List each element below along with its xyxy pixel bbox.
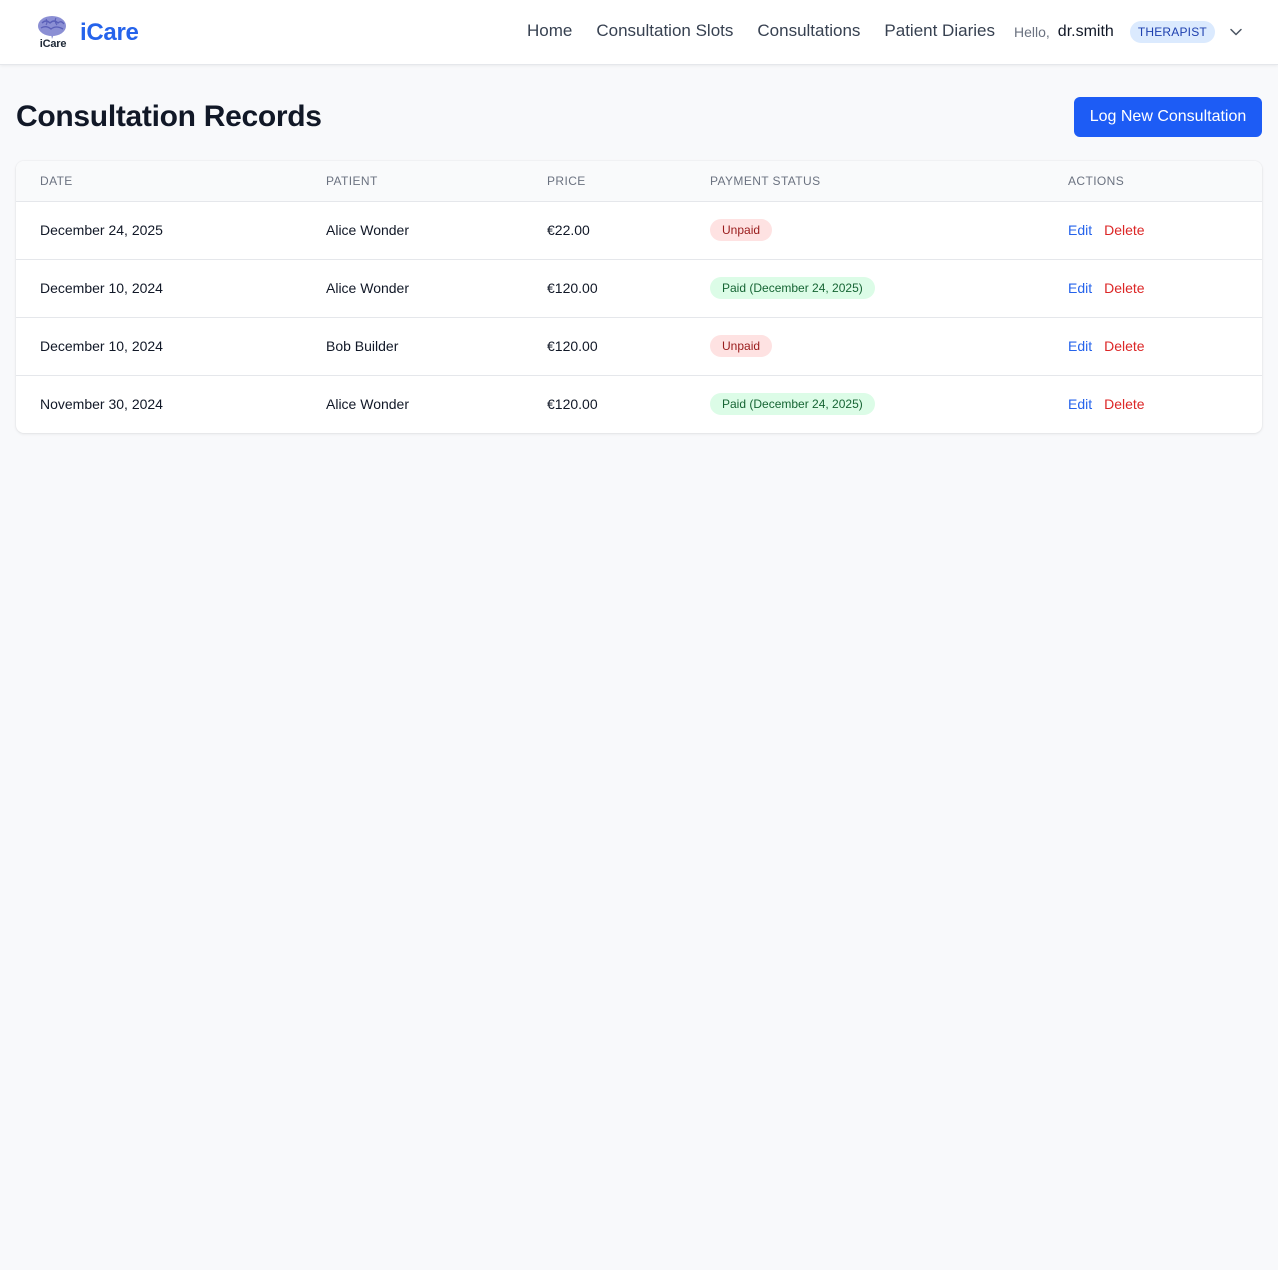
cell-price: €120.00 (547, 258, 710, 317)
cell-patient: Alice Wonder (326, 222, 410, 238)
role-badge: THERAPIST (1129, 21, 1215, 43)
user-menu: Hello, dr.smith THERAPIST (1014, 20, 1243, 44)
cell-actions: Edit Delete (1068, 201, 1262, 259)
top-navbar: iCare iCare Home Consultation Slots Cons… (0, 0, 1278, 65)
table-row: December 10, 2024 Alice Wonder €120.00 P… (16, 258, 1262, 317)
table-row: December 24, 2025 Alice Wonder €22.00 Un… (16, 201, 1262, 259)
nav-consultation-slots[interactable]: Consultation Slots (596, 21, 733, 41)
username: dr.smith (1057, 23, 1114, 40)
cell-status: Paid (December 24, 2025) (710, 374, 1068, 433)
cell-date: December 10, 2024 (16, 258, 326, 317)
cell-date: December 24, 2025 (40, 222, 163, 238)
delete-link[interactable]: Delete (1104, 396, 1144, 412)
nav-home[interactable]: Home (527, 21, 572, 41)
cell-date: November 30, 2024 (16, 374, 326, 433)
brand-name: iCare (80, 19, 139, 46)
edit-link[interactable]: Edit (1068, 280, 1092, 296)
edit-link[interactable]: Edit (1068, 222, 1092, 238)
nav-consultations[interactable]: Consultations (757, 21, 860, 41)
cell-price: €22.00 (547, 222, 590, 238)
column-header-payment-status: Payment Status (710, 161, 1068, 202)
consultations-table-card: Date Patient Price Payment Status Action… (16, 161, 1262, 433)
table-row: November 30, 2024 Alice Wonder €120.00 P… (16, 374, 1262, 433)
nav-patient-diaries[interactable]: Patient Diaries (884, 21, 995, 41)
status-badge: Paid (December 24, 2025) (710, 277, 875, 299)
cell-actions: Edit Delete (1068, 316, 1262, 375)
chevron-down-icon[interactable] (1229, 25, 1243, 39)
status-badge: Unpaid (710, 335, 773, 357)
delete-link[interactable]: Delete (1104, 222, 1144, 238)
column-header-price: Price (547, 161, 710, 202)
log-new-consultation-button[interactable]: Log New Consultation (1074, 97, 1262, 137)
cell-actions: Edit Delete (1068, 374, 1262, 433)
table-header-row: Date Patient Price Payment Status Action… (16, 161, 1262, 202)
logo-text: iCare (39, 38, 67, 50)
column-header-actions: Actions (1068, 161, 1262, 202)
cell-patient: Alice Wonder (326, 258, 547, 317)
edit-link[interactable]: Edit (1068, 338, 1092, 354)
main-nav: Home Consultation Slots Consultations Pa… (527, 21, 995, 41)
cell-status: Paid (December 24, 2025) (710, 258, 1068, 317)
brand-link[interactable]: iCare iCare (36, 14, 139, 52)
column-header-patient: Patient (326, 161, 547, 202)
status-badge: Unpaid (710, 219, 773, 241)
cell-patient: Alice Wonder (326, 374, 547, 433)
cell-price: €120.00 (547, 374, 710, 433)
column-header-date: Date (16, 161, 326, 202)
cell-status: Unpaid (710, 201, 1068, 259)
cell-patient: Bob Builder (326, 316, 547, 375)
status-badge: Paid (December 24, 2025) (710, 393, 875, 416)
delete-link[interactable]: Delete (1104, 338, 1144, 354)
greeting: Hello, (1014, 24, 1050, 40)
table-row: December 10, 2024 Bob Builder €120.00 Un… (16, 316, 1262, 375)
brain-logo-icon: iCare (36, 14, 68, 52)
cell-date: December 10, 2024 (16, 316, 326, 375)
page-title: Consultation Records (16, 100, 322, 133)
cell-status: Unpaid (710, 316, 1068, 375)
consultations-table: Date Patient Price Payment Status Action… (16, 161, 1262, 433)
delete-link[interactable]: Delete (1104, 280, 1144, 296)
edit-link[interactable]: Edit (1068, 396, 1092, 412)
cell-actions: Edit Delete (1068, 258, 1262, 317)
cell-price: €120.00 (547, 316, 710, 375)
